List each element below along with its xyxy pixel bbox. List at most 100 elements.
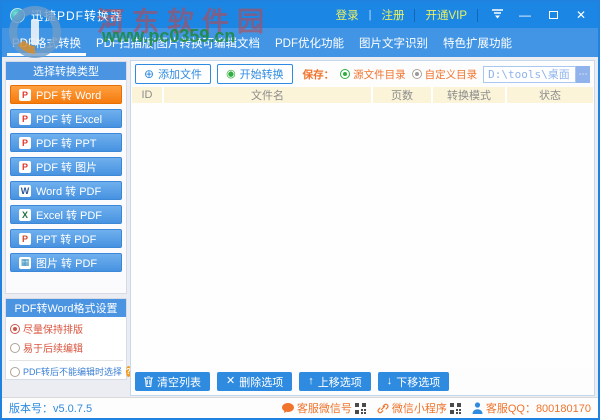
column-pages: 页数 [373, 87, 433, 103]
save-source-dir-option[interactable]: 源文件目录 [340, 67, 406, 82]
save-option-label: 源文件目录 [353, 68, 406, 81]
convert-button-label: PDF 转 图片 [36, 161, 98, 174]
close-button[interactable]: ✕ [572, 2, 590, 28]
qr-code-icon [354, 402, 366, 414]
version-label: 版本号：v5.0.7.5 [9, 403, 93, 415]
clear-list-button[interactable]: 清空列表 [135, 372, 210, 391]
column-id: ID [132, 87, 164, 103]
add-file-label: 添加文件 [158, 69, 203, 81]
sidebar-word-format-settings: PDF转Word格式设置 尽量保持排版 易于后续编辑 PDF转后不能编辑时选择 … [5, 298, 131, 380]
maximize-button[interactable] [544, 2, 562, 28]
register-link[interactable]: 注册 [381, 7, 404, 23]
option-label: 尽量保持排版 [23, 325, 83, 336]
convert-button-label: Word 转 PDF [36, 185, 102, 198]
convert-button-label: Excel 转 PDF [36, 209, 103, 222]
main-panel: ⊕ 添加文件 ◉ 开始转换 保存： 源文件目录 自定义目录 D:\tools\桌… [130, 60, 595, 396]
save-option-label: 自定义目录 [424, 68, 478, 81]
start-circle-icon: ◉ [226, 67, 236, 80]
pdf-file-icon: P [19, 112, 31, 125]
radio-icon [10, 342, 20, 353]
link-icon [377, 403, 389, 413]
login-link[interactable]: 登录 [336, 7, 359, 23]
tab-image-ocr[interactable]: 图片文字识别 [359, 28, 428, 57]
action-label: 删除选项 [239, 376, 284, 389]
image-file-icon: ▦ [19, 256, 31, 269]
convert-pdf-to-image-button[interactable]: P PDF 转 图片 [10, 157, 122, 176]
radio-icon [10, 366, 20, 377]
arrow-down-icon: ↓ [386, 375, 393, 387]
sidebar-convert-types: 选择转换类型 P PDF 转 Word P PDF 转 Excel P PDF … [5, 61, 127, 294]
theme-menu-icon[interactable] [488, 2, 506, 28]
radio-icon [411, 69, 422, 79]
minimize-button[interactable]: — [516, 2, 534, 28]
titlebar-divider [414, 8, 416, 22]
option-not-editable-after-convert[interactable]: PDF转后不能编辑时选择 ? [6, 361, 131, 378]
start-convert-label: 开始转换 [239, 69, 284, 81]
file-toolbar: ⊕ 添加文件 ◉ 开始转换 保存： 源文件目录 自定义目录 D:\tools\桌… [131, 61, 594, 87]
browse-folder-button[interactable]: ⋯ [576, 65, 590, 83]
convert-button-label: 图片 转 PDF [36, 257, 98, 270]
login-register-divider: | [368, 9, 372, 21]
pdf-file-icon: P [19, 160, 31, 173]
tab-pdf-optimize[interactable]: PDF优化功能 [275, 28, 344, 57]
person-icon [472, 402, 483, 414]
wechat-service-item[interactable]: 客服微信号 [281, 400, 366, 416]
convert-pdf-to-excel-button[interactable]: P PDF 转 Excel [10, 109, 122, 128]
trash-icon [144, 376, 153, 387]
window-title: 迅捷PDF转换器 [31, 8, 124, 23]
app-body: 选择转换类型 P PDF 转 Word P PDF 转 Excel P PDF … [2, 57, 598, 397]
status-bar: 版本号：v5.0.7.5 客服微信号 微信小程序 客服QQ：800180170 [2, 397, 598, 418]
output-path-group: ⋯ [483, 65, 590, 83]
convert-types-header: 选择转换类型 [6, 62, 126, 80]
open-vip-link[interactable]: 开通VIP [425, 7, 467, 23]
wechat-miniprogram-label: 微信小程序 [391, 403, 447, 415]
list-action-bar: 清空列表 ✕ 删除选项 ↑ 上移选项 ↓ 下移选项 [131, 368, 594, 395]
tab-special-features[interactable]: 特色扩展功能 [443, 28, 512, 57]
file-table-header: ID 文件名 页数 转换模式 状态 [132, 87, 593, 103]
add-file-button[interactable]: ⊕ 添加文件 [135, 64, 212, 84]
move-up-button[interactable]: ↑ 上移选项 [299, 372, 371, 391]
tab-pdf-format-convert[interactable]: PDF格式转换 [7, 28, 86, 57]
convert-pdf-to-ppt-button[interactable]: P PDF 转 PPT [10, 133, 122, 152]
word-file-icon: W [19, 184, 31, 197]
pdf-file-icon: P [19, 136, 31, 149]
wechat-miniprogram-item[interactable]: 微信小程序 [377, 400, 461, 416]
radio-icon [340, 69, 351, 79]
move-down-button[interactable]: ↓ 下移选项 [377, 372, 450, 391]
save-custom-dir-option[interactable]: 自定义目录 [411, 67, 478, 82]
file-list-area[interactable] [131, 103, 594, 368]
convert-pdf-to-word-button[interactable]: P PDF 转 Word [10, 85, 122, 104]
start-convert-button[interactable]: ◉ 开始转换 [217, 64, 293, 84]
option-label: 易于后续编辑 [23, 344, 83, 355]
service-qq-item[interactable]: 客服QQ：800180170 [472, 400, 591, 416]
action-label: 清空列表 [157, 376, 201, 389]
convert-ppt-to-pdf-button[interactable]: P PPT 转 PDF [10, 229, 122, 248]
app-window: 迅捷PDF转换器 登录 | 注册 开通VIP — ✕ PDF格式转换 PDF扫描… [0, 0, 600, 420]
convert-word-to-pdf-button[interactable]: W Word 转 PDF [10, 181, 122, 200]
convert-button-label: PDF 转 Word [36, 89, 102, 102]
word-format-settings-header: PDF转Word格式设置 [6, 299, 126, 317]
convert-image-to-pdf-button[interactable]: ▦ 图片 转 PDF [10, 253, 122, 272]
plus-circle-icon: ⊕ [144, 67, 155, 81]
output-path-input[interactable] [483, 65, 576, 83]
option-keep-layout[interactable]: 尽量保持排版 [6, 317, 126, 336]
title-bar: 迅捷PDF转换器 登录 | 注册 开通VIP — ✕ [2, 2, 598, 28]
option-easy-edit[interactable]: 易于后续编辑 [6, 336, 126, 355]
column-status: 状态 [539, 90, 561, 102]
convert-button-label: PDF 转 PPT [36, 137, 97, 150]
column-filename: 文件名 [164, 87, 373, 103]
convert-excel-to-pdf-button[interactable]: X Excel 转 PDF [10, 205, 122, 224]
action-label: 上移选项 [317, 376, 362, 389]
wechat-service-label: 客服微信号 [296, 403, 352, 415]
delete-selected-button[interactable]: ✕ 删除选项 [217, 372, 293, 391]
save-to-label: 保存： [302, 68, 335, 81]
column-convert-mode: 转换模式 [433, 87, 507, 103]
titlebar-divider [477, 8, 478, 22]
radio-icon [10, 323, 20, 334]
tab-scan-image-to-editable[interactable]: PDF扫描版|图片转换可编辑文档 [96, 28, 260, 57]
option-label: PDF转后不能编辑时选择 [23, 367, 123, 377]
main-tab-bar: PDF格式转换 PDF扫描版|图片转换可编辑文档 PDF优化功能 图片文字识别 … [2, 28, 598, 57]
qr-code-icon [449, 402, 461, 414]
ppt-file-icon: P [19, 232, 31, 245]
convert-button-label: PDF 转 Excel [36, 113, 103, 126]
